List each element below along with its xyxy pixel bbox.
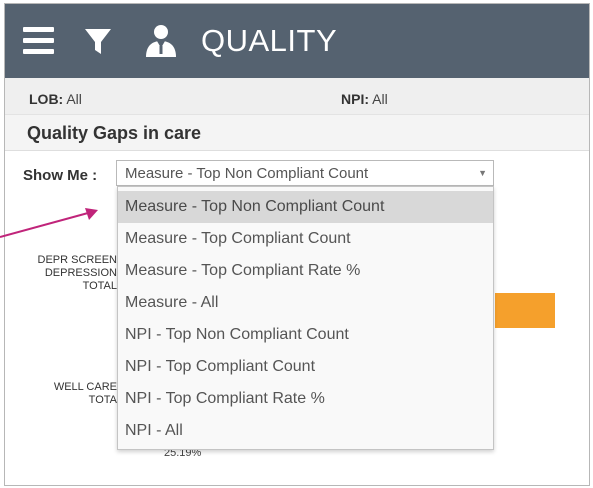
section-header: Quality Gaps in care (5, 115, 589, 151)
chart-label-line: DEPRESSION (44, 267, 117, 279)
chart-row-label-well-care: WELL CARE TOTA (25, 381, 117, 407)
show-me-selected-value: Measure - Top Non Compliant Count (125, 165, 369, 182)
npi-value: All (372, 91, 388, 107)
app-header: QUALITY (5, 4, 589, 78)
npi-filter[interactable]: NPI: All (341, 91, 388, 107)
annotation-arrow-icon (0, 208, 98, 238)
npi-label: NPI: (341, 91, 369, 107)
show-me-select[interactable]: Measure - Top Non Compliant Count ▼ (116, 160, 494, 186)
chart-row-label-depr: DEPR SCREEN DEPRESSION TOTAL (25, 254, 117, 293)
chart-bar (495, 293, 555, 328)
section-title: Quality Gaps in care (27, 123, 202, 143)
dropdown-option[interactable]: Measure - Top Compliant Count (118, 223, 493, 255)
lob-value: All (66, 91, 82, 107)
filter-bar: LOB: All NPI: All (5, 78, 589, 115)
chart-label-line: WELL CARE (53, 381, 117, 393)
dropdown-option[interactable]: NPI - Top Non Compliant Count (118, 319, 493, 351)
dropdown-option[interactable]: Measure - Top Non Compliant Count (118, 191, 493, 223)
chevron-down-icon: ▼ (478, 168, 487, 178)
hamburger-menu-icon[interactable] (23, 27, 54, 55)
lob-label: LOB: (29, 91, 64, 107)
chart-label-line: TOTAL (82, 280, 117, 292)
dropdown-option[interactable]: NPI - Top Compliant Count (118, 351, 493, 383)
chart-label-line: TOTA (88, 394, 117, 406)
filter-icon[interactable] (84, 27, 112, 57)
show-me-dropdown-list: Measure - Top Non Compliant Count Measur… (117, 186, 494, 450)
show-me-label: Show Me : (23, 167, 98, 184)
dropdown-option[interactable]: Measure - All (118, 287, 493, 319)
dropdown-option[interactable]: Measure - Top Compliant Rate % (118, 255, 493, 287)
app-title: QUALITY (201, 23, 338, 58)
person-icon (146, 25, 176, 57)
lob-filter[interactable]: LOB: All (29, 91, 82, 107)
dropdown-option[interactable]: NPI - Top Compliant Rate % (118, 383, 493, 415)
chart-label-line: DEPR SCREEN (37, 254, 117, 266)
dropdown-option[interactable]: NPI - All (118, 415, 493, 447)
